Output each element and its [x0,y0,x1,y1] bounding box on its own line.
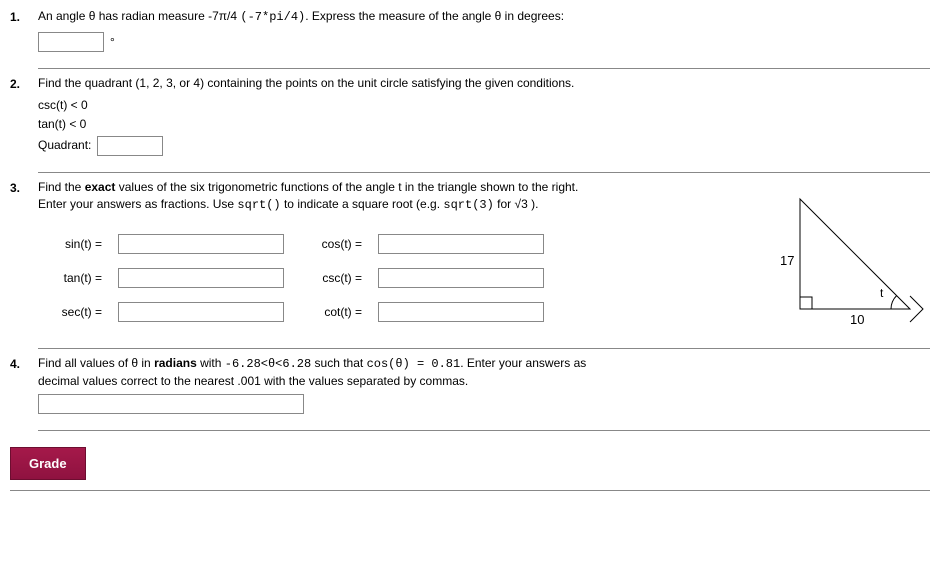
answer-row: ° [38,32,930,52]
radians-input[interactable] [38,394,304,414]
tan-label: tan(t) = [38,271,108,285]
text-and-inputs: Find the exact values of the six trigono… [38,179,740,322]
text-fragment: Find all values of θ in [38,356,154,370]
problem-text: Find all values of θ in radians with -6.… [38,355,930,390]
problem-body: Find the exact values of the six trigono… [38,179,930,349]
sec-label: sec(t) = [38,305,108,319]
cot-label: cot(t) = [298,305,368,319]
problem-text: Find the quadrant (1, 2, 3, or 4) contai… [38,75,930,92]
text-fragment: to indicate a square root (e.g. [281,197,444,211]
bottom-divider [10,490,930,491]
triangle-figure: 17 10 t [780,179,930,332]
cot-input[interactable] [378,302,544,322]
sec-input[interactable] [118,302,284,322]
text-bold: radians [154,356,197,370]
problem-body: An angle θ has radian measure -7π/4 (-7*… [38,8,930,69]
code-fragment: -6.28<θ<6.28 [225,357,311,371]
code-fragment: cos(θ) = 0.81 [367,357,461,371]
text-bold: exact [85,180,116,194]
degree-input[interactable] [38,32,104,52]
problem-3: 3. Find the exact values of the six trig… [10,179,930,349]
problem-2: 2. Find the quadrant (1, 2, 3, or 4) con… [10,75,930,173]
fig-base-label: 10 [850,312,864,327]
problem-number: 4. [10,355,38,431]
sin-label: sin(t) = [38,237,108,251]
code-fragment: sqrt(3) [443,198,493,212]
problem-text: Find the exact values of the six trigono… [38,179,740,214]
code-fragment: (-7*pi/4) [240,10,305,24]
sin-input[interactable] [118,234,284,254]
csc-input[interactable] [378,268,544,288]
unit-label: ° [110,35,115,49]
problem-1: 1. An angle θ has radian measure -7π/4 (… [10,8,930,69]
text-fragment: such that [311,356,366,370]
cos-label: cos(t) = [298,237,368,251]
fig-hyp-label: 17 [780,253,794,268]
problem-number: 1. [10,8,38,69]
problem-number: 2. [10,75,38,173]
grade-button[interactable]: Grade [10,447,86,480]
conditions: csc(t) < 0 tan(t) < 0 Quadrant: [38,96,930,156]
text-fragment: . Express the measure of the angle θ in … [305,9,564,23]
quadrant-label: Quadrant: [38,136,91,155]
tan-input[interactable] [118,268,284,288]
problem-body: Find the quadrant (1, 2, 3, or 4) contai… [38,75,930,173]
text-fragment: decimal values correct to the nearest .0… [38,374,468,388]
condition-line: csc(t) < 0 [38,96,930,115]
quadrant-row: Quadrant: [38,136,930,156]
problem-4: 4. Find all values of θ in radians with … [10,355,930,431]
problem-number: 3. [10,179,38,349]
text-fragment: . Enter your answers as [460,356,586,370]
csc-label: csc(t) = [298,271,368,285]
trig-grid: sin(t) = cos(t) = tan(t) = csc(t) = sec(… [38,234,740,322]
condition-line: tan(t) < 0 [38,115,930,134]
code-fragment: sqrt() [237,198,280,212]
answer-row [38,394,930,414]
text-fragment: An angle θ has radian measure -7π/4 [38,9,240,23]
text-fragment: Find the [38,180,85,194]
content-with-figure: Find the exact values of the six trigono… [38,179,930,332]
text-fragment: with [197,356,225,370]
text-fragment: values of the six trigonometric function… [115,180,578,194]
triangle-svg: 17 10 t [780,189,930,329]
problem-text: An angle θ has radian measure -7π/4 (-7*… [38,8,930,26]
text-fragment: Enter your answers as fractions. Use [38,197,237,211]
cos-input[interactable] [378,234,544,254]
quadrant-input[interactable] [97,136,163,156]
text-fragment: for √3 ). [494,197,539,211]
fig-angle-label: t [880,286,884,300]
problem-body: Find all values of θ in radians with -6.… [38,355,930,431]
